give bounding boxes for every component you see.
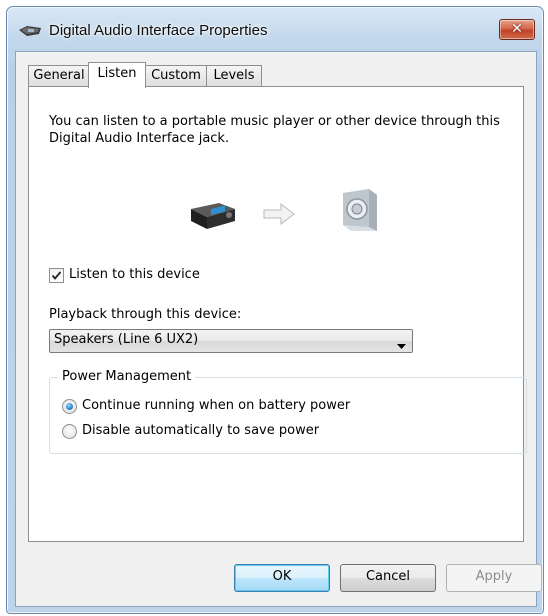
apply-button[interactable]: Apply [446,564,542,592]
playback-device-select[interactable]: Speakers (Line 6 UX2) [49,329,413,353]
radio-button[interactable] [62,424,77,439]
listen-checkbox-label: Listen to this device [69,267,200,282]
cancel-button[interactable]: Cancel [340,564,436,592]
window-title: Digital Audio Interface Properties [49,22,268,39]
speaker-device-icon [19,25,41,37]
listen-checkbox[interactable] [49,268,64,283]
dialog-client-area: General Listen Custom Levels You can lis… [15,51,542,607]
radio-label: Disable automatically to save power [82,423,320,438]
title-bar[interactable]: Digital Audio Interface Properties ✕ [7,7,543,51]
ok-button[interactable]: OK [234,564,330,592]
tab-custom[interactable]: Custom [145,65,207,86]
radio-button[interactable] [62,399,77,414]
tab-label: Custom [151,68,201,83]
tab-label: General [33,68,85,83]
power-management-legend: Power Management [58,369,196,384]
playback-device-value: Speakers (Line 6 UX2) [54,332,199,347]
tab-listen[interactable]: Listen [88,62,146,88]
tab-label: Listen [97,66,137,81]
radio-selected-dot [66,403,73,410]
speaker-icon [339,187,379,237]
device-illustration [189,187,379,237]
playback-device-label: Playback through this device: [49,307,242,322]
dialog-window: Digital Audio Interface Properties ✕ Gen… [6,6,544,614]
chevron-down-icon [397,338,406,353]
listen-description: You can listen to a portable music playe… [49,114,500,146]
tab-general[interactable]: General [28,65,90,86]
tab-levels[interactable]: Levels [206,65,262,86]
power-management-group: Power Management Continue running when o… [49,369,527,454]
arrow-right-icon [263,202,295,229]
checkmark-icon [51,271,62,280]
tab-label: Levels [213,68,255,83]
close-icon: ✕ [511,21,523,37]
close-button[interactable]: ✕ [499,19,535,40]
radio-label: Continue running when on battery power [82,398,351,413]
portable-player-icon [189,195,237,235]
listen-tab-panel: You can listen to a portable music playe… [28,86,527,542]
